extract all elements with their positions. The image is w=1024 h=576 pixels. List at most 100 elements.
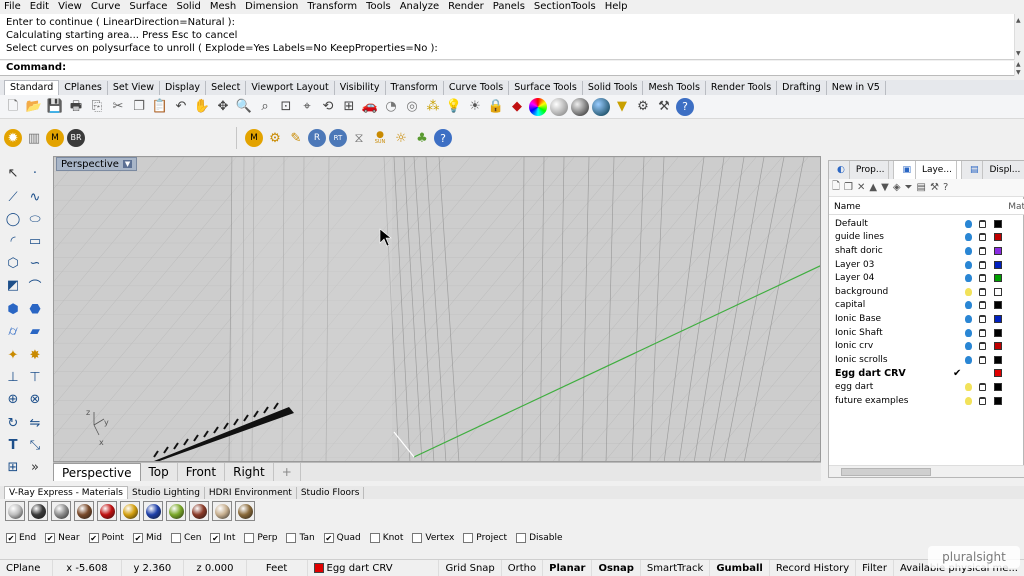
material-swatch[interactable] bbox=[51, 501, 71, 521]
toolbar-tab-cplanes[interactable]: CPlanes bbox=[59, 81, 108, 95]
building-icon[interactable]: ▥ bbox=[25, 129, 43, 147]
layer-color-swatch[interactable] bbox=[994, 342, 1002, 351]
lock-icon[interactable] bbox=[979, 355, 986, 364]
new-layer-icon[interactable]: 🗋 bbox=[832, 179, 840, 196]
layer-color-swatch[interactable] bbox=[994, 328, 1002, 337]
viewport-tab-right[interactable]: Right bbox=[225, 463, 274, 481]
toolbar-tab-mesh-tools[interactable]: Mesh Tools bbox=[643, 81, 706, 95]
toolbar-tab-solid-tools[interactable]: Solid Tools bbox=[583, 81, 644, 95]
box-icon[interactable]: ⬢ bbox=[4, 300, 22, 318]
lock-icon[interactable]: 🔒 bbox=[487, 98, 505, 116]
ortho-toggle[interactable]: Ortho bbox=[502, 559, 544, 576]
text-icon[interactable]: T bbox=[4, 436, 22, 454]
layer-row[interactable]: Layer 04 bbox=[829, 271, 1024, 285]
rectangle-icon[interactable]: ▭ bbox=[26, 232, 44, 250]
toolbar-tab-set-view[interactable]: Set View bbox=[108, 81, 161, 95]
perspective-viewport[interactable]: z y x Perspective ▼ bbox=[53, 156, 821, 462]
toolbar-tab-new-in-v5[interactable]: New in V5 bbox=[827, 81, 886, 95]
osnap-checkbox[interactable]: ✔ bbox=[132, 532, 143, 543]
osnap-project[interactable]: Project bbox=[463, 532, 507, 543]
mirror-icon[interactable]: ⇋ bbox=[26, 414, 44, 432]
layer-tools-icon[interactable]: ▤ bbox=[917, 182, 926, 193]
visibility-bulb-icon[interactable] bbox=[965, 274, 972, 283]
menu-mesh[interactable]: Mesh bbox=[210, 1, 236, 12]
print-icon[interactable]: 🖶 bbox=[67, 98, 85, 116]
material-swatch[interactable] bbox=[28, 501, 48, 521]
current-layer-check-icon[interactable]: ✔ bbox=[953, 368, 961, 379]
lock-icon[interactable] bbox=[979, 287, 986, 296]
lock-icon[interactable] bbox=[979, 219, 986, 228]
smarttrack-toggle[interactable]: SmartTrack bbox=[641, 559, 711, 576]
menu-curve[interactable]: Curve bbox=[91, 1, 121, 12]
bottom-tab-1[interactable]: Studio Lighting bbox=[128, 487, 205, 499]
layer-row[interactable]: egg dart bbox=[829, 380, 1024, 394]
target-icon[interactable]: ◎ bbox=[403, 98, 421, 116]
zoom-window-icon[interactable]: ⌕ bbox=[256, 98, 274, 116]
point-icon[interactable]: · bbox=[26, 164, 44, 182]
material-swatch[interactable] bbox=[235, 501, 255, 521]
rotate-icon[interactable]: ↻ bbox=[4, 414, 22, 432]
arc-icon[interactable]: ◜ bbox=[4, 232, 22, 250]
join-icon[interactable]: ⊕ bbox=[4, 390, 22, 408]
delete-layer-icon[interactable]: ✕ bbox=[857, 182, 865, 193]
lock-icon[interactable] bbox=[979, 314, 986, 323]
layer-wrench-icon[interactable]: ⚒ bbox=[930, 182, 939, 193]
panel-tab-2[interactable]: ▤ Displ... bbox=[962, 161, 1024, 179]
lock-icon[interactable] bbox=[979, 274, 986, 283]
menu-dimension[interactable]: Dimension bbox=[245, 1, 298, 12]
menu-transform[interactable]: Transform bbox=[307, 1, 357, 12]
viewport-tab-top[interactable]: Top bbox=[141, 463, 178, 481]
filter-icon[interactable]: ⏷ bbox=[905, 182, 913, 193]
layer-color-swatch[interactable] bbox=[994, 246, 1002, 255]
visibility-bulb-icon[interactable] bbox=[965, 233, 972, 242]
viewport-title[interactable]: Perspective ▼ bbox=[56, 157, 138, 171]
paste-icon[interactable]: 📋 bbox=[151, 98, 169, 116]
lock-icon[interactable] bbox=[979, 301, 986, 310]
panel-tab-0[interactable]: ◐ Prop... bbox=[829, 161, 895, 179]
osnap-mid[interactable]: ✔ Mid bbox=[132, 532, 162, 543]
color-wheel-icon[interactable] bbox=[529, 97, 547, 116]
osnap-quad[interactable]: ✔ Quad bbox=[323, 532, 361, 543]
sun-rays-icon[interactable]: ☼ bbox=[392, 129, 410, 147]
osnap-checkbox[interactable] bbox=[463, 532, 474, 543]
layer-row[interactable]: Layer 03 bbox=[829, 258, 1024, 272]
cut-icon[interactable]: ✂ bbox=[109, 98, 127, 116]
select-points-icon[interactable]: ⁂ bbox=[424, 98, 442, 116]
layer-row[interactable]: Ionic scrolls bbox=[829, 353, 1024, 367]
boolean-icon[interactable]: ⬣ bbox=[26, 300, 44, 318]
osnap-disable[interactable]: Disable bbox=[516, 532, 562, 543]
render-icon[interactable] bbox=[571, 97, 589, 116]
settings-gear-icon[interactable]: ✹ bbox=[4, 129, 22, 147]
layer-color-swatch[interactable] bbox=[994, 369, 1002, 378]
visibility-bulb-icon[interactable] bbox=[965, 260, 972, 269]
help-icon[interactable]: ? bbox=[676, 97, 694, 116]
visibility-bulb-icon[interactable] bbox=[965, 287, 972, 296]
material-swatch[interactable] bbox=[120, 501, 140, 521]
vray-render-icon[interactable]: R bbox=[308, 129, 326, 147]
filter-toggle[interactable]: Filter bbox=[856, 559, 894, 576]
cone-icon[interactable]: ▼ bbox=[613, 98, 631, 116]
osnap-cen[interactable]: Cen bbox=[170, 532, 201, 543]
layer-color-swatch[interactable] bbox=[994, 233, 1002, 242]
layer-color-swatch[interactable] bbox=[994, 274, 1002, 283]
freeform-icon[interactable]: ∽ bbox=[26, 254, 44, 272]
visibility-bulb-icon[interactable] bbox=[965, 314, 972, 323]
layer-color-swatch[interactable] bbox=[994, 287, 1002, 296]
osnap-int[interactable]: ✔ Int bbox=[210, 532, 235, 543]
array-icon[interactable]: ⊞ bbox=[4, 458, 22, 476]
menu-analyze[interactable]: Analyze bbox=[400, 1, 439, 12]
plugin-br-icon[interactable]: BR bbox=[67, 129, 85, 147]
menu-tools[interactable]: Tools bbox=[366, 1, 391, 12]
layer-color-swatch[interactable] bbox=[994, 219, 1002, 228]
material-swatch[interactable] bbox=[143, 501, 163, 521]
osnap-near[interactable]: ✔ Near bbox=[45, 532, 80, 543]
osnap-checkbox[interactable] bbox=[244, 532, 255, 543]
lock-icon[interactable] bbox=[979, 260, 986, 269]
layer-row[interactable]: Ionic Shaft bbox=[829, 326, 1024, 340]
material-swatch[interactable] bbox=[212, 501, 232, 521]
osnap-toggle[interactable]: Osnap bbox=[592, 559, 641, 576]
menu-solid[interactable]: Solid bbox=[176, 1, 200, 12]
osnap-end[interactable]: ✔ End bbox=[6, 532, 36, 543]
toolbar-tab-drafting[interactable]: Drafting bbox=[777, 81, 827, 95]
planar-toggle[interactable]: Planar bbox=[543, 559, 593, 576]
